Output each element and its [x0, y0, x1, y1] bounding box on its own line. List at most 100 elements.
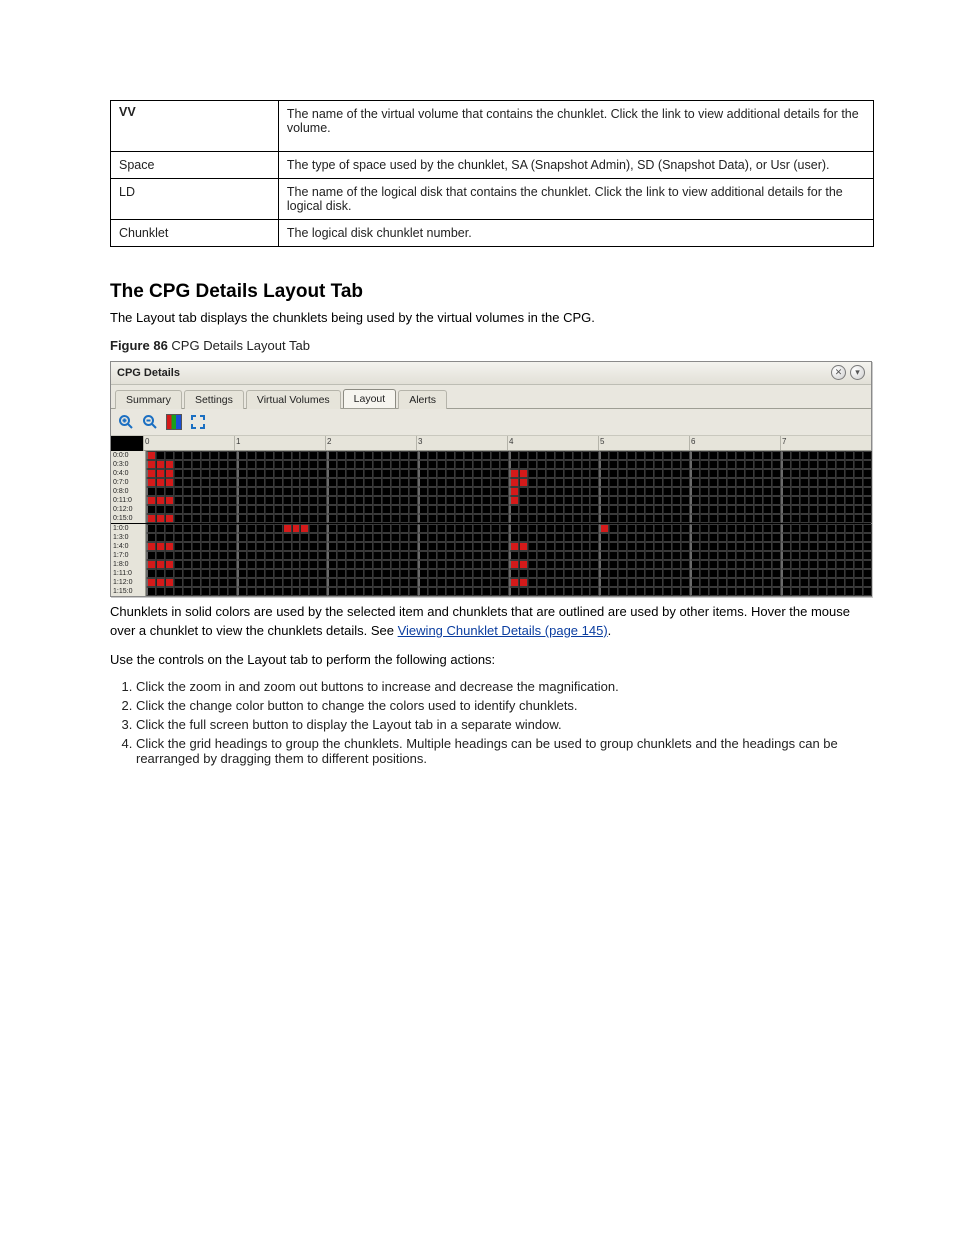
chunklet-cell[interactable] [364, 578, 373, 587]
chunklet-cell[interactable] [146, 569, 156, 578]
chunklet-cell[interactable] [818, 487, 827, 496]
chunklet-cell[interactable] [437, 524, 446, 533]
chunklet-cell[interactable] [809, 551, 818, 560]
chunklet-cell[interactable] [391, 578, 400, 587]
chunklet-cell[interactable] [274, 505, 283, 514]
chunklet-cell[interactable] [455, 569, 464, 578]
chunklet-cell[interactable] [736, 505, 745, 514]
chunklet-cell[interactable] [836, 578, 845, 587]
chunklet-cell[interactable] [391, 514, 400, 523]
chunklet-cell[interactable] [400, 524, 409, 533]
chunklet-cell[interactable] [300, 514, 309, 523]
chunklet-cell[interactable] [464, 542, 473, 551]
chunklet-cell[interactable] [500, 514, 509, 523]
chunklet-cell[interactable] [564, 533, 573, 542]
chunklet-cell[interactable] [582, 569, 591, 578]
chunklet-cell[interactable] [555, 487, 564, 496]
chunklet-cell[interactable] [636, 533, 645, 542]
chunklet-cell[interactable] [256, 514, 265, 523]
chunklet-cell[interactable] [228, 578, 237, 587]
chunklet-cell[interactable] [609, 487, 618, 496]
chunklet-cell[interactable] [681, 514, 690, 523]
chunklet-cell[interactable] [228, 560, 237, 569]
full-screen-icon[interactable] [189, 413, 207, 431]
chunklet-cell[interactable] [618, 487, 627, 496]
chunklet-cell[interactable] [382, 524, 391, 533]
chunklet-cell[interactable] [681, 542, 690, 551]
chunklet-cell[interactable] [818, 551, 827, 560]
tab-settings[interactable]: Settings [184, 390, 244, 409]
chunklet-cell[interactable] [409, 496, 418, 505]
chunklet-cell[interactable] [745, 469, 754, 478]
chunklet-cell[interactable] [681, 451, 690, 460]
chunklet-cell[interactable] [781, 469, 791, 478]
chunklet-cell[interactable] [681, 578, 690, 587]
chunklet-cell[interactable] [791, 496, 800, 505]
chunklet-cell[interactable] [863, 514, 872, 523]
chunklet-cell[interactable] [219, 587, 228, 596]
chunklet-cell[interactable] [537, 551, 546, 560]
tab-alerts[interactable]: Alerts [398, 390, 447, 409]
chunklet-cell[interactable] [555, 569, 564, 578]
chunklet-cell[interactable] [800, 578, 809, 587]
chunklet-cell[interactable] [265, 487, 274, 496]
chunklet-cell[interactable] [564, 542, 573, 551]
chunklet-cell[interactable] [754, 533, 763, 542]
chunklet-cell[interactable] [409, 551, 418, 560]
chunklet-cell[interactable] [192, 478, 201, 487]
chunklet-cell[interactable] [763, 496, 772, 505]
chunklet-cell[interactable] [318, 487, 327, 496]
col-header-number[interactable]: 0 [145, 437, 149, 446]
chunklet-cell[interactable] [409, 478, 418, 487]
chunklet-cell[interactable] [845, 569, 854, 578]
chunklet-cell[interactable] [228, 487, 237, 496]
chunklet-cell[interactable] [274, 469, 283, 478]
chunklet-cell[interactable] [636, 569, 645, 578]
chunklet-cell[interactable] [555, 505, 564, 514]
chunklet-cell[interactable] [672, 533, 681, 542]
chunklet-cell[interactable] [599, 451, 609, 460]
chunklet-cell[interactable] [818, 542, 827, 551]
chunklet-cell[interactable] [491, 496, 500, 505]
chunklet-cell[interactable] [437, 505, 446, 514]
chunklet-cell[interactable] [700, 514, 709, 523]
chunklet-cell[interactable] [292, 569, 301, 578]
chunklet-cell[interactable] [590, 451, 599, 460]
chunklet-cell[interactable] [727, 524, 736, 533]
chunklet-cell[interactable] [836, 460, 845, 469]
chunklet-cell[interactable] [555, 469, 564, 478]
chunklet-cell[interactable] [573, 478, 582, 487]
chunklet-cell[interactable] [283, 460, 292, 469]
chunklet-cell[interactable] [555, 514, 564, 523]
chunklet-cell[interactable] [800, 533, 809, 542]
chunklet-cell[interactable] [318, 451, 327, 460]
chunklet-cell[interactable] [500, 587, 509, 596]
row-label[interactable]: 0:3:0 [111, 460, 146, 469]
chunklet-cell[interactable] [256, 469, 265, 478]
chunklet-cell[interactable] [546, 542, 555, 551]
chunklet-cell[interactable] [437, 496, 446, 505]
chunklet-cell[interactable] [500, 469, 509, 478]
chunklet-cell[interactable] [727, 569, 736, 578]
chunklet-cell[interactable] [228, 551, 237, 560]
chunklet-cell[interactable] [763, 578, 772, 587]
chunklet-cell[interactable] [754, 524, 763, 533]
chunklet-cell[interactable] [590, 469, 599, 478]
chunklet-cell[interactable] [500, 524, 509, 533]
chunklet-cell[interactable] [727, 487, 736, 496]
chunklet-cell[interactable] [500, 487, 509, 496]
chunklet-cell[interactable] [192, 451, 201, 460]
chunklet-cell[interactable] [237, 469, 247, 478]
chunklet-cell[interactable] [409, 524, 418, 533]
row-label[interactable]: 1:7:0 [111, 551, 146, 560]
chunklet-cell[interactable] [265, 551, 274, 560]
chunklet-cell[interactable] [455, 551, 464, 560]
chunklet-cell[interactable] [327, 560, 337, 569]
chunklet-cell[interactable] [292, 496, 301, 505]
chunklet-cell[interactable] [781, 560, 791, 569]
chunklet-cell[interactable] [482, 505, 491, 514]
chunklet-cell[interactable] [165, 587, 174, 596]
chunklet-cell[interactable] [446, 560, 455, 569]
chunklet-cell[interactable] [573, 587, 582, 596]
col-header-number[interactable]: 2 [327, 437, 331, 446]
